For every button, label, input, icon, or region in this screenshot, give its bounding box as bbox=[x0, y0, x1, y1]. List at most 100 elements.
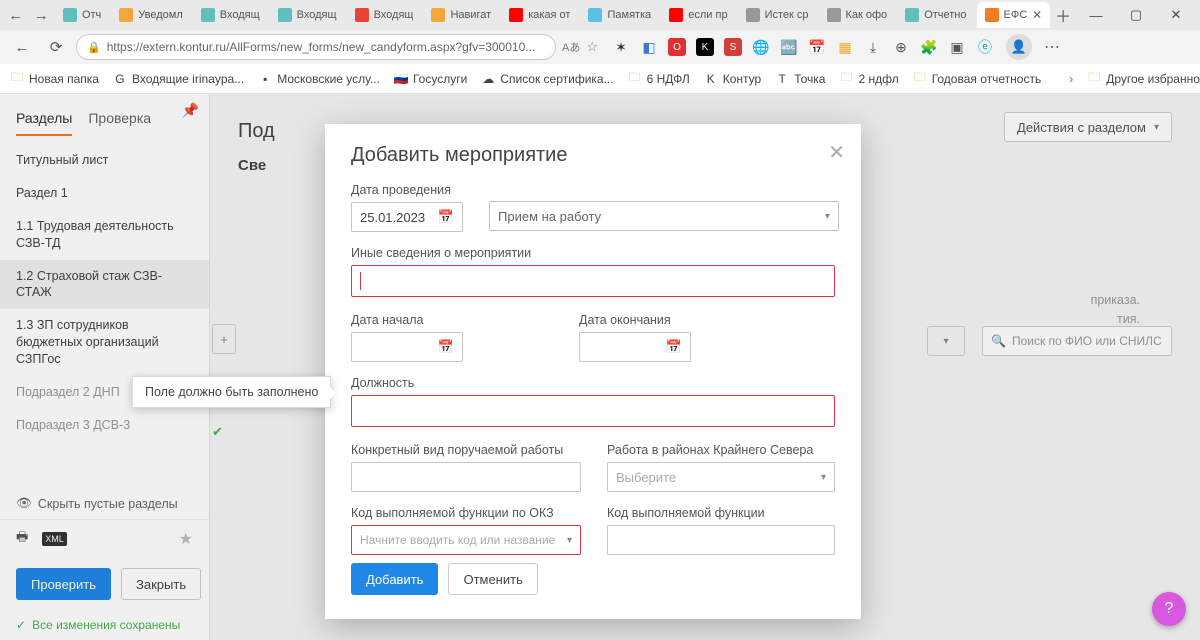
ext-icon-12[interactable]: 🧩 bbox=[920, 38, 938, 56]
func-code-label: Код выполняемой функции bbox=[607, 506, 835, 520]
north-label: Работа в районах Крайнего Севера bbox=[607, 443, 835, 457]
bookmark-item[interactable]: ☁Список сертифика... bbox=[481, 72, 613, 86]
bookmark-item[interactable]: KКонтур bbox=[704, 72, 761, 86]
browser-menu-button[interactable]: ⋯ bbox=[1038, 33, 1066, 61]
browser-tab[interactable]: Уведомл bbox=[111, 2, 190, 28]
chevron-down-icon: ▾ bbox=[825, 211, 830, 222]
browser-tab[interactable]: Навигат bbox=[423, 2, 499, 28]
bookmark-item[interactable]: 🗀2 ндфл bbox=[839, 72, 898, 86]
calendar-icon: 📅 bbox=[438, 209, 454, 225]
browser-tab[interactable]: если пр bbox=[661, 2, 735, 28]
browser-tab[interactable]: Входящ bbox=[193, 2, 268, 28]
end-date-label: Дата окончания bbox=[579, 313, 691, 327]
bookmarks-overflow[interactable]: › bbox=[1069, 72, 1073, 86]
ext-icon-2[interactable]: ◧ bbox=[640, 38, 658, 56]
new-tab-button[interactable]: ＋ bbox=[1052, 2, 1074, 28]
event-date-input[interactable]: 25.01.2023 📅 bbox=[351, 202, 463, 232]
tabs-container: ОтчУведомлВходящВходящВходящНавигаткакая… bbox=[55, 2, 1050, 28]
minimize-button[interactable]: ― bbox=[1076, 1, 1116, 29]
ext-icon-6[interactable]: 🌐 bbox=[752, 38, 770, 56]
tab-bar: ← → ОтчУведомлВходящВходящВходящНавигатк… bbox=[0, 0, 1200, 30]
browser-tab[interactable]: Истек ср bbox=[738, 2, 817, 28]
other-bookmarks[interactable]: 🗀 Другое избранное bbox=[1087, 72, 1200, 86]
favicon bbox=[905, 8, 919, 22]
func-code-input[interactable] bbox=[607, 525, 835, 555]
browser-tab[interactable]: Входящ bbox=[347, 2, 422, 28]
favicon bbox=[588, 8, 602, 22]
ext-icon-10[interactable]: ⤓ bbox=[864, 38, 882, 56]
add-button[interactable]: Добавить bbox=[351, 563, 438, 595]
cancel-button[interactable]: Отменить bbox=[448, 563, 537, 595]
ext-icon-1[interactable]: ✶ bbox=[612, 38, 630, 56]
specific-work-input[interactable] bbox=[351, 462, 581, 492]
ext-icon-9[interactable]: ▦ bbox=[836, 38, 854, 56]
k-icon: K bbox=[704, 72, 718, 86]
bookmark-item[interactable]: ▪Московские услу... bbox=[258, 72, 380, 86]
other-info-label: Иные сведения о мероприятии bbox=[351, 246, 835, 260]
ext-icon-11[interactable]: ⊕ bbox=[892, 38, 910, 56]
bookmark-item[interactable]: GВходящие irinayра... bbox=[113, 72, 244, 86]
validation-tooltip: Поле должно быть заполнено bbox=[132, 376, 331, 408]
ext-icon-7[interactable]: 🔤 bbox=[780, 38, 798, 56]
date-label: Дата проведения bbox=[351, 183, 463, 197]
browser-tab[interactable]: Как офо bbox=[819, 2, 896, 28]
specific-work-label: Конкретный вид поручаемой работы bbox=[351, 443, 581, 457]
ext-icon-8[interactable]: 📅 bbox=[808, 38, 826, 56]
help-button[interactable]: ? bbox=[1152, 592, 1186, 626]
bookmark-item[interactable]: 🗀Новая папка bbox=[10, 72, 99, 86]
page-body: 📌 Разделы Проверка Титульный лист Раздел… bbox=[0, 94, 1200, 640]
red-icon: ▪ bbox=[258, 72, 272, 86]
folder-icon: 🗀 bbox=[913, 72, 927, 86]
tab-back-icon[interactable]: ← bbox=[4, 1, 27, 29]
chevron-down-icon: ▾ bbox=[821, 472, 826, 483]
favicon bbox=[827, 8, 841, 22]
modal-title: Добавить мероприятие bbox=[351, 144, 835, 167]
browser-tab[interactable]: Отч bbox=[55, 2, 109, 28]
browser-chrome: ← → ОтчУведомлВходящВходящВходящНавигатк… bbox=[0, 0, 1200, 94]
bookmark-item[interactable]: 🗀Годовая отчетность bbox=[913, 72, 1042, 86]
back-button[interactable]: ← bbox=[8, 33, 36, 61]
okz-label: Код выполняемой функции по ОКЗ bbox=[351, 506, 581, 520]
close-tab-icon[interactable]: ✕ bbox=[1032, 8, 1042, 22]
address-bar: ← ⟳ 🔒 https://extern.kontur.ru/AllForms/… bbox=[0, 30, 1200, 64]
ext-icon-13[interactable]: ▣ bbox=[948, 38, 966, 56]
start-date-input[interactable]: 📅 bbox=[351, 332, 463, 362]
modal-close-button[interactable]: ✕ bbox=[828, 140, 845, 165]
folder-icon: 🗀 bbox=[628, 72, 642, 86]
tab-forward-icon[interactable]: → bbox=[29, 1, 52, 29]
bookmark-item[interactable]: 🇷🇺Госуслуги bbox=[394, 72, 467, 86]
chevron-down-icon: ▾ bbox=[567, 535, 572, 546]
profile-avatar[interactable]: 👤 bbox=[1006, 34, 1032, 60]
maximize-button[interactable]: ▢ bbox=[1116, 1, 1156, 29]
ext-icon-5[interactable]: S bbox=[724, 38, 742, 56]
reload-button[interactable]: ⟳ bbox=[42, 33, 70, 61]
position-input[interactable] bbox=[351, 395, 835, 427]
ext-icon-14[interactable]: ⓔ bbox=[976, 38, 994, 56]
flag-icon: 🇷🇺 bbox=[394, 72, 408, 86]
ext-icon-3[interactable]: O bbox=[668, 38, 686, 56]
t-icon: T bbox=[775, 72, 789, 86]
browser-tab[interactable]: ЕФС✕ bbox=[977, 2, 1051, 28]
ext-icon-4[interactable]: K bbox=[696, 38, 714, 56]
favicon bbox=[63, 8, 77, 22]
browser-tab[interactable]: Отчетно bbox=[897, 2, 974, 28]
folder-icon: 🗀 bbox=[10, 72, 24, 86]
bookmark-item[interactable]: TТочка bbox=[775, 72, 825, 86]
add-event-modal: ✕ Добавить мероприятие Дата проведения 2… bbox=[325, 124, 861, 619]
folder-icon: 🗀 bbox=[1087, 72, 1101, 86]
window-buttons: ― ▢ ✕ bbox=[1076, 1, 1196, 29]
event-type-select[interactable]: Прием на работу ▾ bbox=[489, 201, 839, 231]
okz-select[interactable]: Начните вводить код или название ▾ bbox=[351, 525, 581, 555]
url-input[interactable]: 🔒 https://extern.kontur.ru/AllForms/new_… bbox=[76, 34, 556, 60]
bookmark-item[interactable]: 🗀6 НДФЛ bbox=[628, 72, 690, 86]
url-text: https://extern.kontur.ru/AllForms/new_fo… bbox=[107, 40, 536, 54]
browser-tab[interactable]: Входящ bbox=[270, 2, 345, 28]
end-date-input[interactable]: 📅 bbox=[579, 332, 691, 362]
other-info-input[interactable] bbox=[351, 265, 835, 297]
browser-tab[interactable]: Памятка bbox=[580, 2, 659, 28]
position-label: Должность bbox=[351, 376, 835, 390]
north-select[interactable]: Выберите ▾ bbox=[607, 462, 835, 492]
browser-tab[interactable]: какая от bbox=[501, 2, 578, 28]
close-window-button[interactable]: ✕ bbox=[1156, 1, 1196, 29]
favicon bbox=[119, 8, 133, 22]
